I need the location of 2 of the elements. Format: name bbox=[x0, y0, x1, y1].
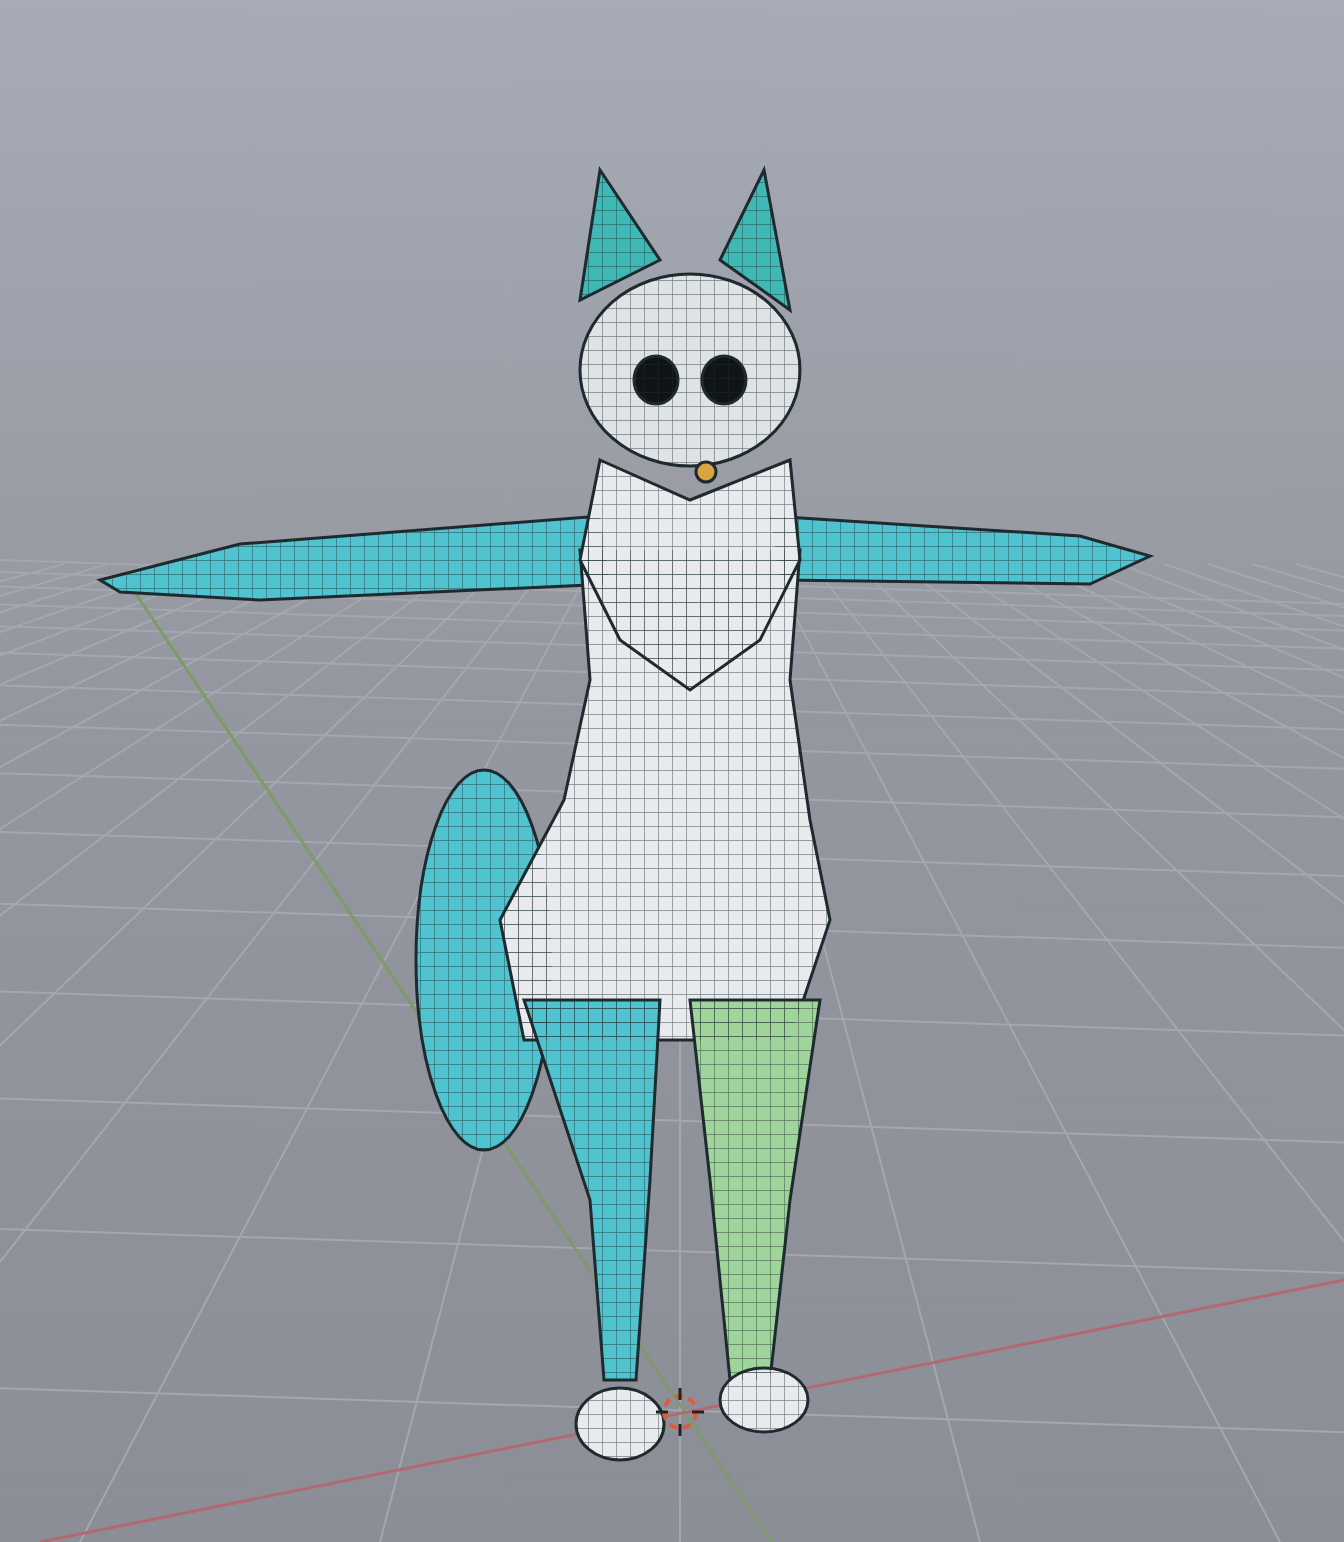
3d-cursor-icon[interactable] bbox=[654, 1386, 706, 1438]
3d-viewport[interactable] bbox=[0, 0, 1344, 1542]
